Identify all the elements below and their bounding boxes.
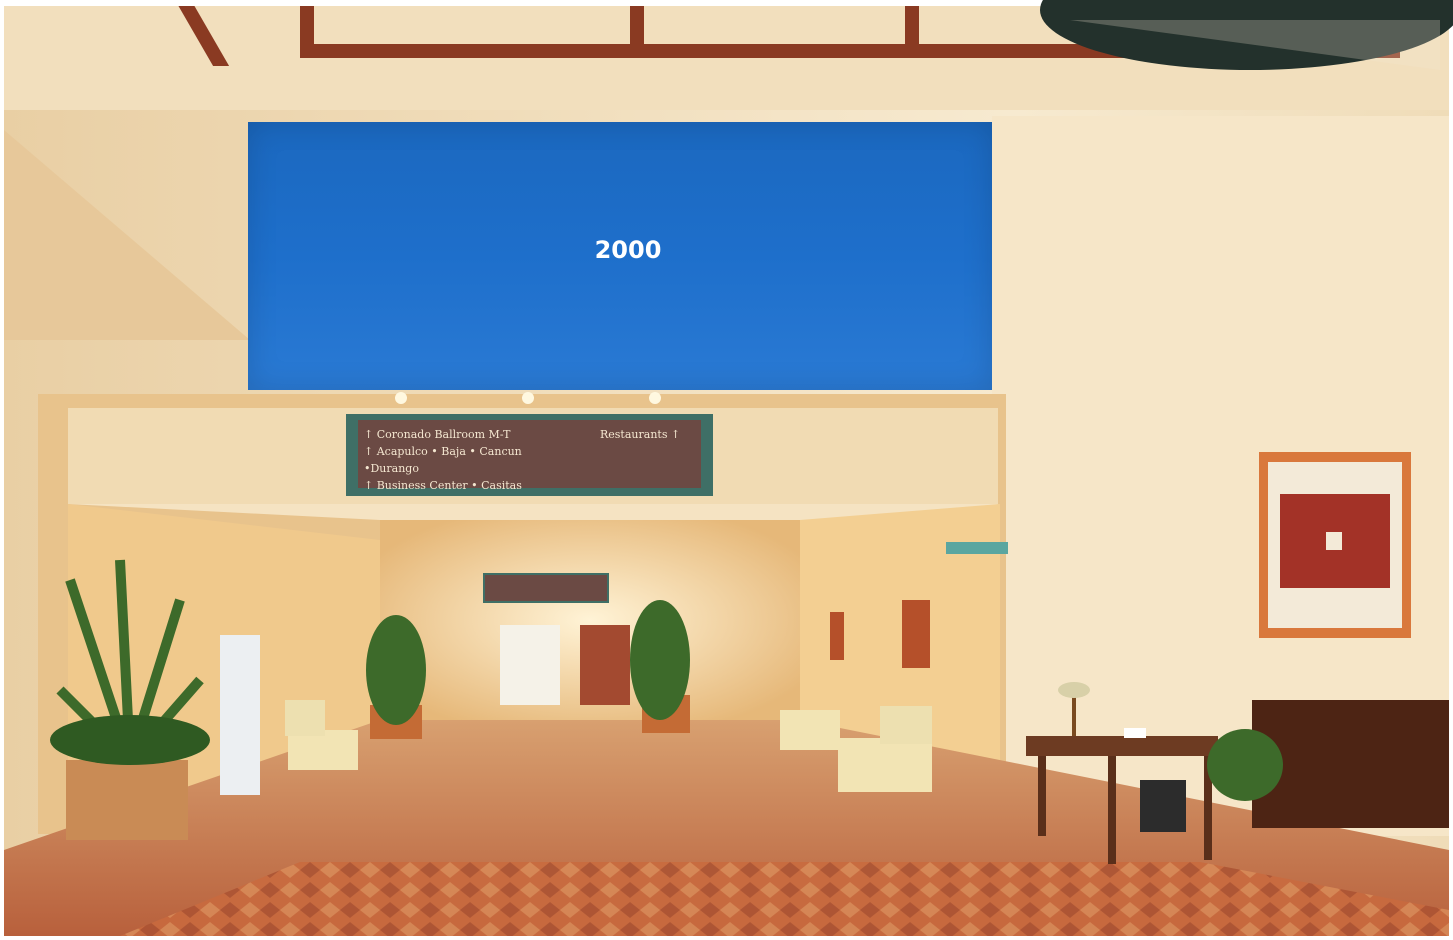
panel-label: 2000 (594, 236, 662, 264)
far-doorway (500, 625, 560, 705)
far-door (580, 625, 630, 705)
sign-line-1: ↑ Coronado Ballroom M-T (364, 428, 511, 441)
sign-right-label: Restaurants (600, 428, 668, 441)
framed-tapestry (1259, 452, 1411, 638)
sign-line-2-text: Acapulco • Baja • Cancun •Durango (364, 445, 522, 475)
wall-art (902, 600, 930, 668)
far-sign (483, 573, 609, 603)
rug (120, 862, 1449, 936)
sign-line-2: ↑ Acapulco • Baja • Cancun •Durango (364, 445, 522, 475)
sign-line-1-text: Coronado Ballroom M-T (376, 428, 511, 441)
blue-banner-panel: 2000 (248, 122, 992, 390)
ceiling-beam (300, 6, 314, 58)
overhead-sign-right: Restaurants ↑ (600, 428, 681, 441)
info-kiosk (220, 635, 260, 795)
potted-plant-right (1207, 729, 1283, 801)
sign-line-3-text: Business Center • Casitas (376, 479, 522, 492)
wall-art (830, 612, 844, 660)
sign-line-3: ↑ Business Center • Casitas (364, 479, 522, 492)
ceiling-beam (905, 6, 919, 58)
table-card (1124, 728, 1146, 738)
overhead-sign-lines: ↑ Coronado Ballroom M-T ↑ Acapulco • Baj… (364, 426, 574, 494)
waste-bin (1140, 780, 1186, 832)
hanging-sign (946, 542, 1008, 554)
ceiling-beam (630, 6, 644, 58)
